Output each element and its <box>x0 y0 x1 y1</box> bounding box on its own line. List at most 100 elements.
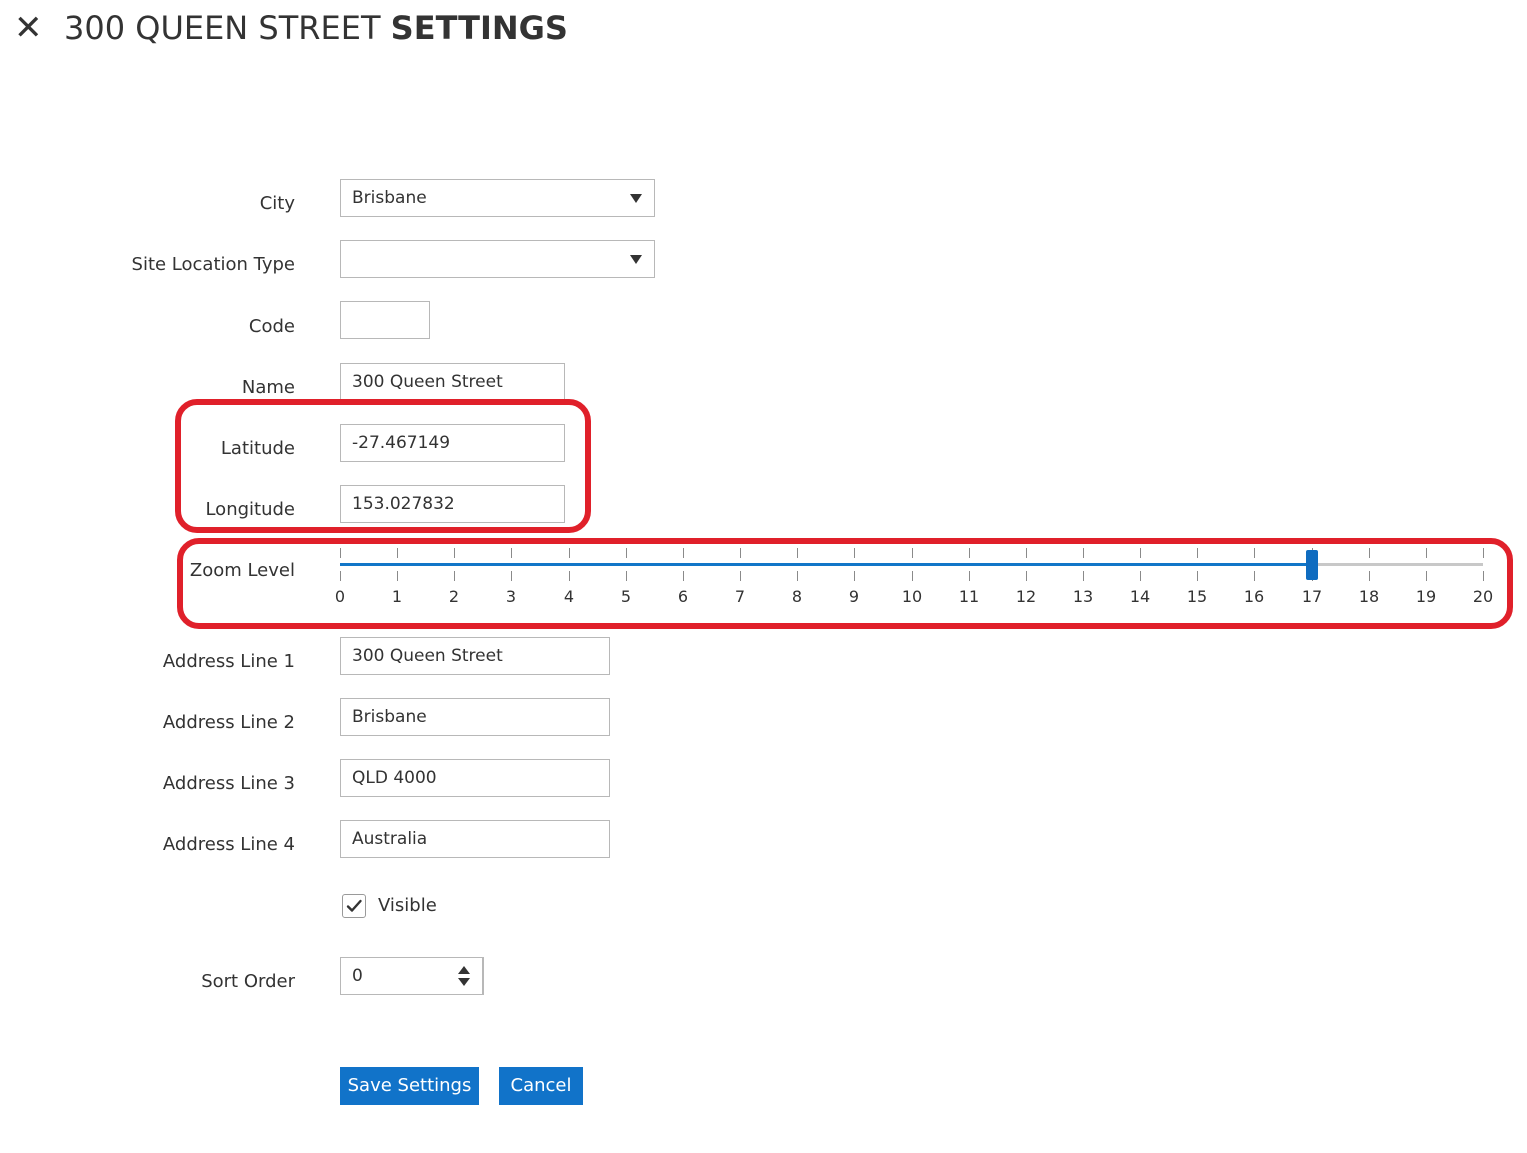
slider-tick <box>797 571 798 581</box>
address-line-4-input[interactable]: Australia <box>340 820 610 858</box>
slider-tick <box>1197 571 1198 581</box>
address-line-4-label: Address Line 4 <box>162 834 295 855</box>
slider-tick <box>1026 571 1027 581</box>
zoom-level-label: Zoom Level <box>189 560 295 581</box>
sort-order-stepper[interactable]: 0 <box>340 957 484 995</box>
slider-tick <box>1369 548 1370 558</box>
slider-tick-label: 15 <box>1186 587 1208 606</box>
slider-tick-label: 4 <box>563 587 575 606</box>
slider-tick-label: 14 <box>1129 587 1151 606</box>
slider-tick-label: 20 <box>1472 587 1494 606</box>
slider-tick <box>912 548 913 558</box>
slider-tick <box>454 571 455 581</box>
slider-tick-label: 5 <box>620 587 632 606</box>
slider-tick <box>1140 571 1141 581</box>
latitude-input[interactable]: -27.467149 <box>340 424 565 462</box>
city-label: City <box>259 193 295 214</box>
slider-tick-label: 11 <box>958 587 980 606</box>
slider-tick <box>340 571 341 581</box>
slider-track-fill <box>340 563 1312 566</box>
page-title-bold: SETTINGS <box>390 9 568 47</box>
longitude-label: Longitude <box>205 499 295 520</box>
slider-tick-label: 8 <box>791 587 803 606</box>
address-line-3-input[interactable]: QLD 4000 <box>340 759 610 797</box>
slider-tick-label: 10 <box>901 587 923 606</box>
address-line-2-input[interactable]: Brisbane <box>340 698 610 736</box>
slider-tick <box>1254 548 1255 558</box>
slider-tick <box>626 548 627 558</box>
slider-tick <box>569 548 570 558</box>
slider-tick-label: 13 <box>1072 587 1094 606</box>
cancel-button[interactable]: Cancel <box>499 1067 583 1105</box>
slider-tick-label: 7 <box>734 587 746 606</box>
slider-tick <box>511 548 512 558</box>
site-location-type-label: Site Location Type <box>131 254 295 275</box>
city-select-value: Brisbane <box>352 188 427 208</box>
slider-tick-label: 2 <box>448 587 460 606</box>
slider-tick <box>511 571 512 581</box>
address-line-3-label: Address Line 3 <box>162 773 295 794</box>
slider-tick <box>454 548 455 558</box>
stepper-up-icon[interactable] <box>458 966 470 974</box>
slider-tick <box>912 571 913 581</box>
slider-tick <box>569 571 570 581</box>
slider-tick <box>1483 571 1484 581</box>
slider-tick-label: 6 <box>677 587 689 606</box>
sort-order-value: 0 <box>352 966 363 986</box>
slider-tick <box>397 571 398 581</box>
slider-tick-label: 1 <box>391 587 403 606</box>
sort-order-label: Sort Order <box>201 971 295 992</box>
visible-label: Visible <box>378 895 437 916</box>
dropdown-arrow-icon <box>630 255 642 264</box>
close-icon[interactable]: ✕ <box>14 8 44 48</box>
slider-tick <box>969 548 970 558</box>
slider-tick <box>683 571 684 581</box>
slider-tick-label: 0 <box>334 587 346 606</box>
slider-tick-label: 9 <box>848 587 860 606</box>
slider-tick <box>683 548 684 558</box>
address-line-2-label: Address Line 2 <box>162 712 295 733</box>
code-label: Code <box>248 316 295 337</box>
dropdown-arrow-icon <box>630 194 642 203</box>
checkmark-icon <box>346 899 362 912</box>
address-line-1-input[interactable]: 300 Queen Street <box>340 637 610 675</box>
slider-tick-label: 12 <box>1015 587 1037 606</box>
slider-tick <box>1426 571 1427 581</box>
slider-tick-label: 3 <box>505 587 517 606</box>
slider-tick-label: 16 <box>1243 587 1265 606</box>
slider-tick-label: 17 <box>1301 587 1323 606</box>
slider-tick <box>340 548 341 558</box>
slider-tick-label: 18 <box>1358 587 1380 606</box>
code-input[interactable] <box>340 301 430 339</box>
slider-tick <box>740 571 741 581</box>
slider-tick-label: 19 <box>1415 587 1437 606</box>
slider-tick <box>969 571 970 581</box>
city-select[interactable]: Brisbane <box>340 179 655 217</box>
slider-tick <box>1197 548 1198 558</box>
slider-tick <box>397 548 398 558</box>
zoom-level-slider[interactable]: 0 1 2 3 4 5 6 7 8 9 10 11 12 13 14 15 16 17 18 19 20 <box>335 545 1493 609</box>
slider-tick <box>854 548 855 558</box>
slider-tick <box>1140 548 1141 558</box>
visible-checkbox[interactable] <box>342 894 366 918</box>
page-title-regular: 300 QUEEN STREET <box>64 9 391 47</box>
slider-tick <box>1026 548 1027 558</box>
name-input[interactable]: 300 Queen Street <box>340 363 565 401</box>
slider-tick <box>1483 548 1484 558</box>
stepper-down-icon[interactable] <box>458 978 470 986</box>
slider-tick <box>797 548 798 558</box>
save-settings-button[interactable]: Save Settings <box>340 1067 479 1105</box>
slider-tick <box>1083 571 1084 581</box>
page-title: 300 QUEEN STREET SETTINGS <box>64 8 568 48</box>
longitude-input[interactable]: 153.027832 <box>340 485 565 523</box>
slider-tick <box>1254 571 1255 581</box>
address-line-1-label: Address Line 1 <box>162 651 295 672</box>
slider-tick <box>626 571 627 581</box>
site-location-type-select[interactable] <box>340 240 655 278</box>
slider-tick <box>1083 548 1084 558</box>
slider-tick <box>740 548 741 558</box>
slider-tick <box>1369 571 1370 581</box>
slider-tick <box>1426 548 1427 558</box>
slider-tick <box>854 571 855 581</box>
slider-thumb[interactable] <box>1306 550 1318 580</box>
